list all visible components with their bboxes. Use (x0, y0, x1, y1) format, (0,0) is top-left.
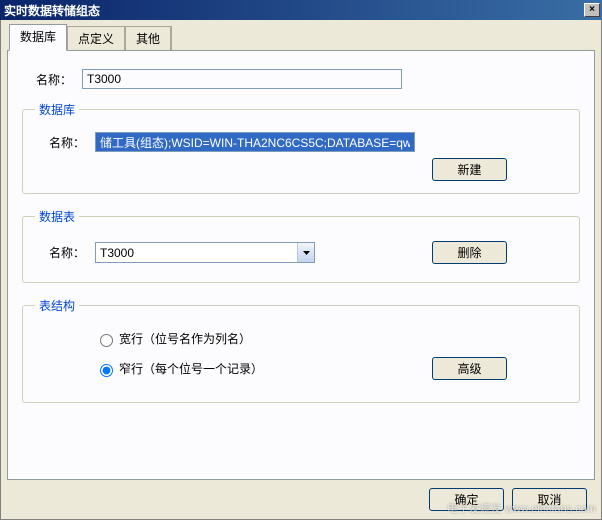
label-db-name: 名称： (35, 134, 95, 151)
cancel-button[interactable]: 取消 (512, 488, 587, 511)
chevron-down-icon[interactable] (297, 243, 314, 262)
radio-row-wide[interactable]: 宽行（位号名作为列名） (95, 330, 567, 347)
combo-table-input[interactable] (96, 243, 297, 262)
row-top-name: 名称： (22, 69, 580, 89)
close-icon[interactable]: × (584, 3, 600, 17)
tab-strip: 数据库 点定义 其他 (9, 24, 595, 50)
advanced-button[interactable]: 高级 (432, 357, 507, 380)
ok-button[interactable]: 确定 (429, 488, 504, 511)
radio-wide-label: 宽行（位号名作为列名） (119, 330, 251, 347)
input-top-name[interactable] (82, 69, 402, 89)
group-table: 数据表 名称： 删除 (22, 208, 580, 283)
window-title: 实时数据转储组态 (4, 2, 100, 19)
legend-database: 数据库 (35, 101, 79, 118)
group-database: 数据库 名称： 新建 (22, 101, 580, 194)
delete-button[interactable]: 删除 (432, 241, 507, 264)
radio-narrow[interactable] (100, 364, 113, 377)
tab-database[interactable]: 数据库 (9, 24, 67, 51)
new-button[interactable]: 新建 (432, 158, 507, 181)
radio-narrow-label: 窄行（每个位号一个记录） (119, 360, 263, 377)
radio-wide[interactable] (100, 334, 113, 347)
legend-structure: 表结构 (35, 297, 79, 314)
legend-table: 数据表 (35, 208, 79, 225)
tab-point-def[interactable]: 点定义 (67, 26, 125, 50)
input-db-conn[interactable] (95, 132, 415, 152)
window-body: 数据库 点定义 其他 名称： 数据库 名称： 新建 数据表 名称： (0, 20, 602, 520)
group-structure: 表结构 宽行（位号名作为列名） 窄行（每个位号一个记录） 高级 (22, 297, 580, 403)
footer-buttons: 确定 取消 (429, 488, 587, 511)
tab-other[interactable]: 其他 (125, 26, 171, 50)
radio-row-narrow[interactable]: 窄行（每个位号一个记录） 高级 (95, 357, 567, 380)
tab-panel-database: 名称： 数据库 名称： 新建 数据表 名称： (7, 50, 595, 480)
label-name: 名称： (22, 71, 82, 88)
tab-divider (171, 26, 172, 50)
combo-table[interactable] (95, 242, 315, 263)
titlebar: 实时数据转储组态 × (0, 0, 602, 20)
label-table-name: 名称： (35, 244, 95, 261)
